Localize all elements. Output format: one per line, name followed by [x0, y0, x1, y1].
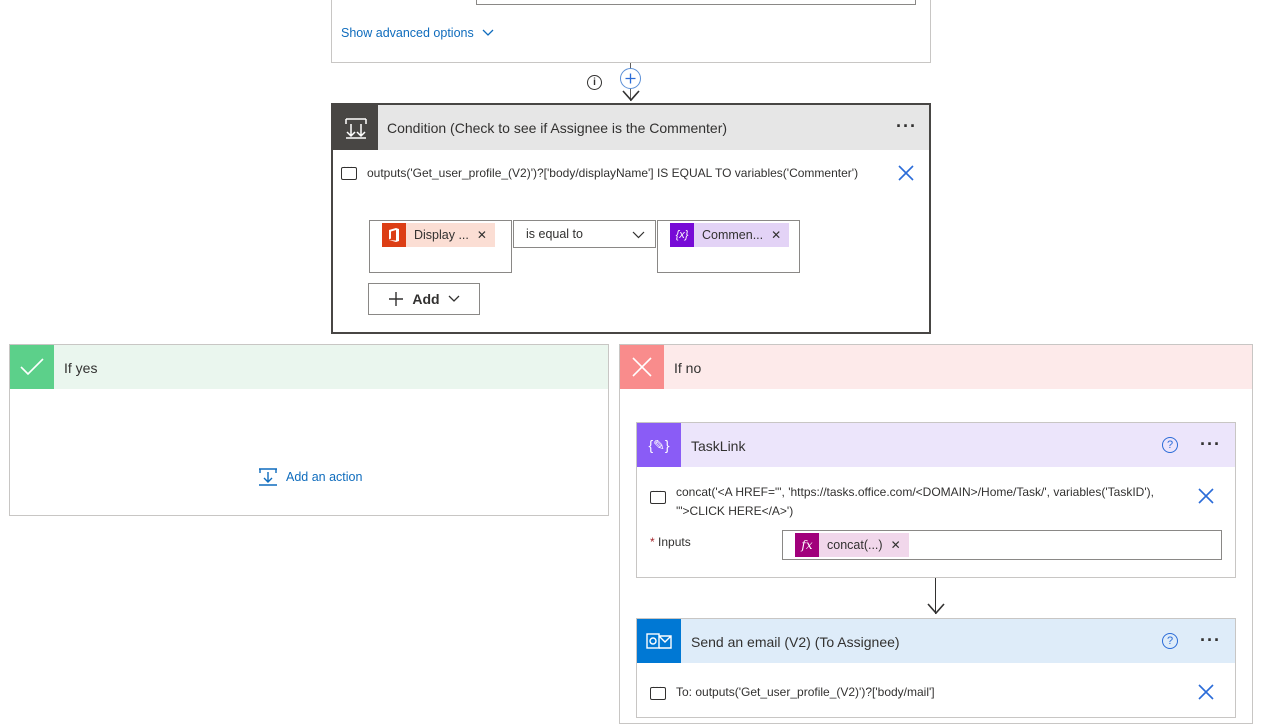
operator-value: is equal to: [526, 227, 583, 241]
more-options-icon[interactable]: ···: [896, 117, 917, 135]
left-operand-field[interactable]: Display ... ✕: [369, 220, 512, 273]
tasklink-header[interactable]: {✎} TaskLink ? ···: [637, 423, 1235, 467]
send-email-header[interactable]: Send an email (V2) (To Assignee) ? ···: [637, 619, 1235, 663]
add-button[interactable]: Add: [368, 283, 480, 315]
tasklink-expression-line1: concat('<A HREF="', 'https://tasks.offic…: [676, 485, 1154, 499]
operator-dropdown[interactable]: is equal to: [513, 220, 656, 248]
office-icon: [382, 223, 406, 247]
previous-action-card: Show advanced options: [331, 0, 931, 63]
more-options-icon[interactable]: ···: [1200, 631, 1221, 649]
commenter-token[interactable]: {x} Commen... ✕: [670, 223, 790, 247]
tasklink-title: TaskLink: [691, 438, 746, 454]
condition-icon: [333, 105, 378, 150]
show-advanced-options-link[interactable]: Show advanced options: [341, 26, 494, 40]
remove-token-icon[interactable]: ✕: [477, 228, 495, 242]
condition-expression: outputs('Get_user_profile_(V2)')?['body/…: [367, 166, 859, 180]
help-icon[interactable]: ?: [1162, 437, 1178, 453]
if-no-title: If no: [674, 360, 702, 376]
braces-pencil-icon: {✎}: [648, 436, 670, 453]
x-icon-box: [620, 345, 664, 389]
add-button-label: Add: [412, 291, 440, 307]
inputs-label: * Inputs: [650, 535, 691, 549]
condition-card: Condition (Check to see if Assignee is t…: [331, 103, 931, 334]
outlook-icon: [637, 619, 681, 663]
add-action-icon: [259, 468, 277, 486]
outlook-envelope-icon: [646, 633, 672, 649]
close-icon[interactable]: [1198, 684, 1214, 700]
insert-step-button[interactable]: [620, 68, 641, 89]
chevron-down-icon: [448, 295, 460, 302]
if-yes-branch: If yes Add an action: [9, 344, 609, 516]
comment-icon: [650, 682, 666, 700]
comment-icon: [341, 162, 357, 180]
display-name-token[interactable]: Display ... ✕: [382, 223, 495, 247]
remove-token-icon[interactable]: ✕: [891, 538, 909, 552]
tasklink-expression: concat('<A HREF="', 'https://tasks.offic…: [676, 483, 1154, 521]
more-options-icon[interactable]: ···: [1200, 435, 1221, 453]
remove-token-icon[interactable]: ✕: [771, 228, 789, 242]
if-yes-header[interactable]: If yes: [10, 345, 608, 389]
compose-icon: {✎}: [637, 423, 681, 467]
close-icon: [632, 357, 652, 377]
send-email-expression: To: outputs('Get_user_profile_(V2)')?['b…: [676, 685, 935, 699]
previous-action-input[interactable]: [476, 0, 916, 5]
if-no-header[interactable]: If no: [620, 345, 1252, 389]
tasklink-expression-line2: '">CLICK HERE</A>'): [676, 504, 794, 518]
tasklink-card: {✎} TaskLink ? ··· concat('<A HREF="', '…: [636, 422, 1236, 578]
concat-token[interactable]: fx concat(...) ✕: [795, 533, 909, 557]
arrow-down-icon: [622, 90, 640, 102]
add-an-action-label: Add an action: [286, 470, 363, 484]
check-icon: [20, 358, 44, 376]
inputs-field[interactable]: fx concat(...) ✕: [782, 530, 1222, 560]
comment-icon: [650, 486, 666, 504]
info-icon[interactable]: i: [587, 75, 602, 90]
plus-icon: [625, 73, 636, 84]
condition-title: Condition (Check to see if Assignee is t…: [387, 120, 728, 136]
condition-branch-icon: [344, 117, 367, 139]
right-operand-field[interactable]: {x} Commen... ✕: [657, 220, 800, 273]
inputs-label-text: Inputs: [658, 535, 691, 549]
plus-icon: [389, 292, 404, 306]
close-icon[interactable]: [1198, 488, 1214, 504]
check-icon-box: [10, 345, 54, 389]
chevron-down-icon: [632, 231, 645, 239]
chevron-down-icon: [482, 29, 494, 36]
display-name-token-label: Display ...: [414, 228, 469, 242]
send-email-title: Send an email (V2) (To Assignee): [691, 634, 900, 650]
show-advanced-options-label: Show advanced options: [341, 26, 474, 40]
fx-icon: fx: [795, 533, 819, 557]
add-an-action-button[interactable]: Add an action: [258, 467, 362, 487]
help-icon[interactable]: ?: [1162, 633, 1178, 649]
send-email-card: Send an email (V2) (To Assignee) ? ··· T…: [636, 618, 1236, 718]
if-yes-title: If yes: [64, 360, 98, 376]
required-star: *: [650, 535, 655, 549]
variable-icon: {x}: [670, 223, 694, 247]
commenter-token-label: Commen...: [702, 228, 764, 242]
condition-header[interactable]: Condition (Check to see if Assignee is t…: [333, 105, 929, 150]
close-icon[interactable]: [898, 165, 914, 181]
arrow-down-icon: [927, 603, 945, 615]
concat-token-label: concat(...): [827, 538, 883, 552]
